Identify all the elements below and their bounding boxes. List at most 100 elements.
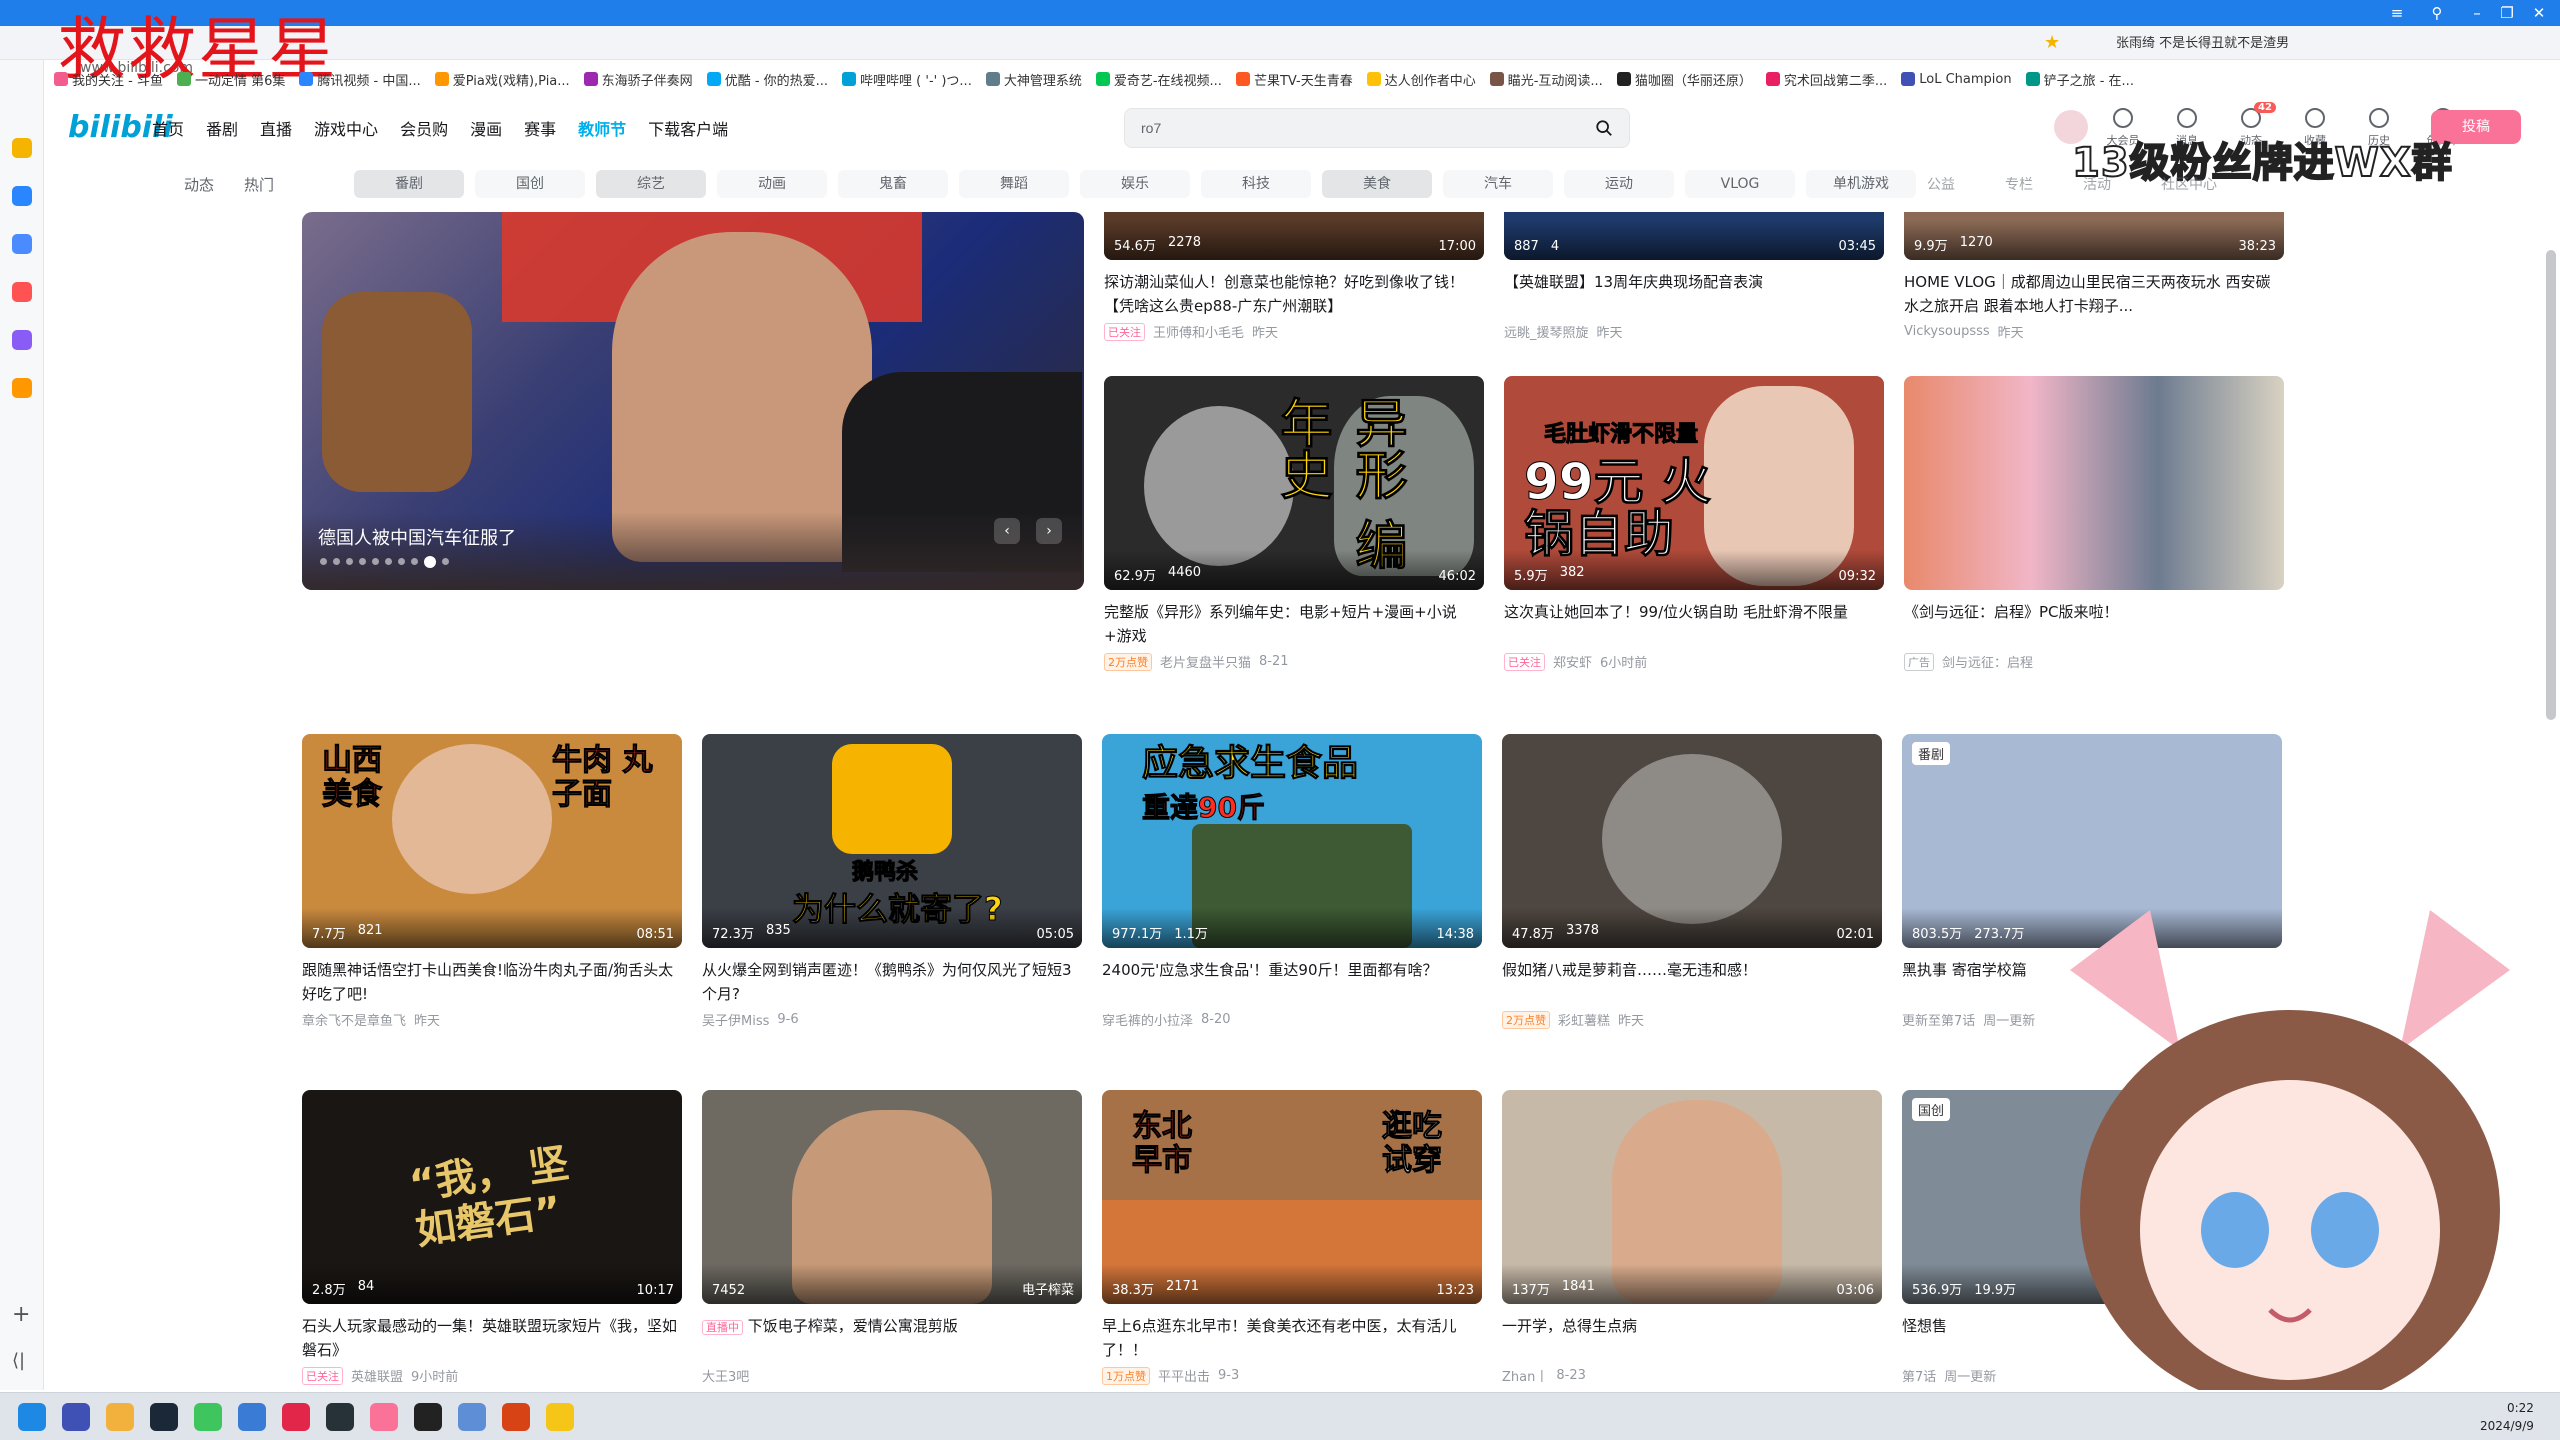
video-card[interactable]: 54.6万 2278 17:00 探访潮汕菜仙人！创意菜也能惊艳？好吃到像收了钱！【…: [1104, 212, 1484, 341]
chip-ent[interactable]: 娱乐: [1080, 170, 1190, 198]
bookmark[interactable]: 铲子之旅 - 在...: [2025, 70, 2134, 89]
star-icon[interactable]: ★: [2044, 32, 2060, 53]
nav-mall[interactable]: 会员购: [400, 116, 448, 140]
chip-tech[interactable]: 科技: [1201, 170, 1311, 198]
obs-icon[interactable]: [414, 1403, 442, 1431]
chip-car[interactable]: 汽车: [1443, 170, 1553, 198]
video-card[interactable]: 47.8万 3378 02:01 假如猪八戒是萝莉音……毫无违和感！ 2万点赞 彩虹薯…: [1502, 734, 1882, 1029]
browser-icon[interactable]: [238, 1403, 266, 1431]
video-card[interactable]: 山西 美食 牛肉 丸子面 7.7万 821 08:51 跟随黑神话悟空打卡山西美食!…: [302, 734, 682, 1029]
bookmark[interactable]: 腾讯视频 - 中国...: [299, 70, 421, 89]
carousel[interactable]: 德国人被中国汽车征服了 ‹ ›: [302, 212, 1084, 590]
bookmark[interactable]: 究术回战第二季...: [1765, 70, 1887, 89]
chip-food[interactable]: 美食: [1322, 170, 1432, 198]
history-icon[interactable]: [12, 186, 32, 206]
video-card[interactable]: 9.9万 1270 38:23 HOME VLOG｜成都周边山里民宿三天两夜玩水 西…: [1904, 212, 2284, 341]
app-icon[interactable]: [326, 1403, 354, 1431]
ad-card[interactable]: 《剑与远征：启程》PC版来啦！ 广告 剑与远征：启程: [1904, 376, 2284, 671]
chip-guochuang[interactable]: 国创: [475, 170, 585, 198]
browser-active-icon[interactable]: [458, 1403, 486, 1431]
carousel-prev[interactable]: ‹: [994, 518, 1020, 544]
bookmark[interactable]: 哔哩哔哩 ( '-' )つ...: [842, 70, 972, 89]
search-tool-icon[interactable]: [12, 378, 32, 398]
chip-variety[interactable]: 综艺: [596, 170, 706, 198]
bookmark[interactable]: 猫咖圈（华丽还原）: [1616, 70, 1752, 89]
chip-single-game[interactable]: 单机游戏: [1806, 170, 1916, 198]
video-card[interactable]: 7452 电子榨菜 直播中 下饭电子榨菜，爱情公寓混剪版 大王3吧: [702, 1090, 1082, 1385]
search-taskbar-icon[interactable]: [62, 1403, 90, 1431]
chip-vlog[interactable]: VLOG: [1685, 170, 1795, 198]
bookmark[interactable]: 瞄光-互动阅读...: [1489, 70, 1603, 89]
menu-icon[interactable]: ≡: [2388, 4, 2406, 22]
carousel-next[interactable]: ›: [1036, 518, 1062, 544]
page-scrollbar[interactable]: [2546, 250, 2556, 720]
minimize-icon[interactable]: –: [2468, 4, 2486, 22]
add-icon[interactable]: +: [12, 1302, 30, 1327]
video-card[interactable]: 137万 1841 03:06 一开学，总得生点病 Zhan丨 8-23: [1502, 1090, 1882, 1385]
video-card[interactable]: 887 4 03:45 【英雄联盟】13周年庆典现场配音表演 远眺_援琴照旋 昨天: [1504, 212, 1884, 341]
chip-community[interactable]: 社区中心: [2161, 174, 2217, 194]
video-card[interactable]: 异形 编年史 62.9万 4460 46:02 完整版《异形》系列编年史：电影+短片…: [1104, 376, 1484, 671]
search-icon[interactable]: [1595, 119, 1613, 137]
netease-music-icon[interactable]: [282, 1403, 310, 1431]
app3-icon[interactable]: [546, 1403, 574, 1431]
video-card[interactable]: “我， 坚如磐石” 2.8万 84 10:17 石头人玩家最感动的一集！英雄联盟玩家…: [302, 1090, 682, 1385]
pin-icon[interactable]: ⚲: [2428, 4, 2446, 22]
favorites-icon[interactable]: [12, 138, 32, 158]
video-card[interactable]: 鹅鸭杀 为什么就寄了? 72.3万83505:05 从火爆全网到销声匿迹！《鹅鸭…: [702, 734, 1082, 1029]
message-icon: [2177, 108, 2197, 128]
windows-start-icon[interactable]: [18, 1403, 46, 1431]
nav-manga[interactable]: 漫画: [470, 116, 502, 140]
bookmark[interactable]: 一动定情 第6集: [176, 70, 285, 89]
nav-teachers-day[interactable]: 教师节: [578, 116, 626, 140]
folder-icon[interactable]: [106, 1403, 134, 1431]
close-icon[interactable]: ✕: [2530, 4, 2548, 22]
wechat-icon[interactable]: [194, 1403, 222, 1431]
maximize-icon[interactable]: ❐: [2498, 4, 2516, 22]
bookmark-icon: [1489, 72, 1504, 86]
video-card[interactable]: 毛肚虾滑不限量 99元 火锅自助 5.9万 382 09:32 这次真让她回本了！9…: [1504, 376, 1884, 671]
note-icon[interactable]: [12, 330, 32, 350]
bookmark[interactable]: 优酷 - 你的热爱...: [706, 70, 828, 89]
nav-anime[interactable]: 番剧: [206, 116, 238, 140]
nav-live[interactable]: 直播: [260, 116, 292, 140]
game-icon[interactable]: [12, 234, 32, 254]
collapse-icon[interactable]: ⟨|: [12, 1350, 25, 1371]
nav-home[interactable]: 首页: [152, 116, 184, 140]
video-card[interactable]: 东北 早市 逛吃 试穿 38.3万 2171 13:23 早上6点逛东北早市！美食美…: [1102, 1090, 1482, 1385]
chip-activity[interactable]: 活动: [2083, 174, 2111, 194]
channel-hot[interactable]: 热门: [244, 174, 274, 195]
chip-public[interactable]: 公益: [1927, 174, 1955, 194]
carousel-title[interactable]: 德国人被中国汽车征服了: [318, 524, 516, 550]
chip-anime[interactable]: 番剧: [354, 170, 464, 198]
bookmark-icon: [176, 72, 191, 86]
bookmark[interactable]: 爱奇艺-在线视频...: [1095, 70, 1222, 89]
bilibili-taskbar-icon[interactable]: [370, 1403, 398, 1431]
video-card[interactable]: 应急求生食品 重達90斤 977.1万 1.1万 14:38 2400元'应急求生食…: [1102, 734, 1482, 1029]
chip-animation[interactable]: 动画: [717, 170, 827, 198]
bookmark[interactable]: 大神管理系统: [985, 70, 1082, 89]
chip-kichiku[interactable]: 鬼畜: [838, 170, 948, 198]
nav-download-client[interactable]: 下载客户端: [648, 116, 728, 140]
steam-icon[interactable]: [150, 1403, 178, 1431]
app2-icon[interactable]: [502, 1403, 530, 1431]
chip-dance[interactable]: 舞蹈: [959, 170, 1069, 198]
bookmark[interactable]: 达人创作者中心: [1366, 70, 1476, 89]
channel-dynamic[interactable]: 动态: [184, 174, 214, 195]
pdf-icon[interactable]: [12, 282, 32, 302]
nav-game-center[interactable]: 游戏中心: [314, 116, 378, 140]
taskbar: 0:22 2024/9/9: [0, 1392, 2560, 1440]
search-input[interactable]: [1125, 109, 1545, 147]
chip-sports[interactable]: 运动: [1564, 170, 1674, 198]
bookmark[interactable]: 芒果TV-天生青春: [1235, 70, 1353, 89]
bookmark[interactable]: 爱Pia戏(戏精),Pia...: [434, 70, 570, 89]
chip-column[interactable]: 专栏: [2005, 174, 2033, 194]
clock[interactable]: 0:22 2024/9/9: [2480, 1399, 2534, 1435]
address-extra[interactable]: 张雨绮 不是长得丑就不是渣男: [2116, 32, 2289, 51]
bookmark[interactable]: 我的关注 - 斗鱼: [54, 70, 163, 89]
bookmark[interactable]: 东海骄子伴奏网: [583, 70, 693, 89]
bookmark-icon: [583, 72, 598, 86]
bookmark[interactable]: LoL Champion: [1901, 72, 2012, 87]
nav-esports[interactable]: 赛事: [524, 116, 556, 140]
bookmark-icon: [1095, 72, 1110, 86]
